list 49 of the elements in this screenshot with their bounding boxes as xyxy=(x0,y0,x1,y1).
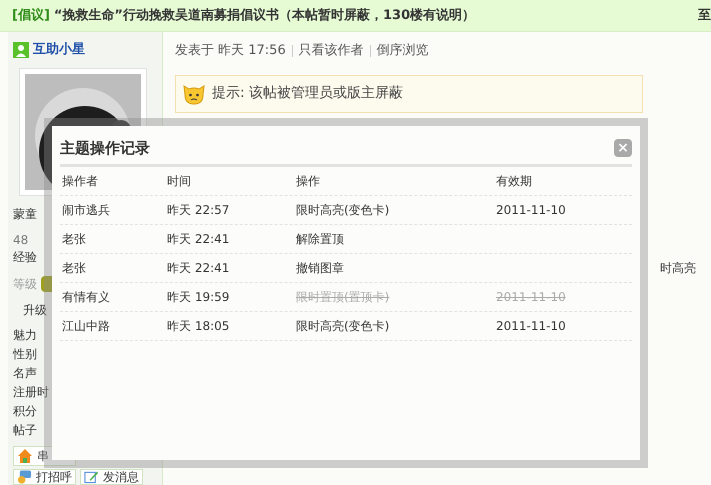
upgrade-label: 升级 xyxy=(23,302,47,318)
profile-field-label: 注册时 xyxy=(13,384,49,401)
note-pencil-icon xyxy=(84,470,99,484)
time-cell-text: 昨天 18:05 xyxy=(166,318,230,335)
operator-cell-text: 江山中路 xyxy=(61,318,111,335)
operator-cell-text: 闹市逃兵 xyxy=(61,202,111,219)
profile-field-label: 帖子 xyxy=(13,422,37,439)
expiry-cell-text: 2011-11-10 xyxy=(495,289,567,306)
action-cell-text: 限时高亮(变色卡) xyxy=(295,318,390,335)
action-cell-text: 解除置顶 xyxy=(295,231,345,248)
time-cell-text: 昨天 19:59 xyxy=(166,289,230,306)
chat-bubble-icon xyxy=(17,470,32,484)
dialog-title: 主题操作记录 xyxy=(60,138,150,159)
operator-cell-text: 有情有义 xyxy=(61,289,111,306)
time-cell-text: 昨天 22:57 xyxy=(166,202,230,219)
operator-cell-text: 老张 xyxy=(61,260,87,277)
thread-title: “挽救生命”行动挽救吴道南募捐倡议书（本帖暂时屏蔽，130楼有说明） xyxy=(54,6,476,25)
user-icon xyxy=(13,42,29,58)
stat-label: 经验 xyxy=(13,249,37,266)
profile-field-label: 性别 xyxy=(13,346,37,363)
profile-field-label: 积分 xyxy=(13,403,37,420)
action-cell-text: 撤销图章 xyxy=(295,260,345,277)
time-cell-text: 昨天 22:41 xyxy=(166,231,230,248)
post-meta: 发表于 昨天 17:56 xyxy=(175,42,286,60)
expiry-cell-text: 2011-11-10 xyxy=(495,318,567,335)
expiry-cell-text: 2011-11-10 xyxy=(495,202,567,219)
notice-text: 提示: 该帖被管理员或版主屏蔽 xyxy=(212,84,404,103)
column-header: 操作 xyxy=(295,173,321,190)
level-label: 等级 xyxy=(13,276,37,293)
author-rank: 蒙童 xyxy=(13,206,37,222)
operator-cell-text: 老张 xyxy=(61,231,87,248)
house-icon xyxy=(17,448,33,464)
stat-value: 48 xyxy=(13,232,28,249)
thread-title-edge: 至 xyxy=(698,6,711,25)
profile-action-button[interactable]: 打招呼 xyxy=(13,469,76,485)
profile-action-button[interactable]: 发消息 xyxy=(80,469,143,485)
author-name[interactable]: 互助小星 xyxy=(33,40,85,60)
action-cell-text: 限时置顶(置顶卡) xyxy=(295,289,390,306)
column-header: 操作者 xyxy=(61,173,99,190)
post-side-text: 时高亮 xyxy=(660,260,697,276)
post-link[interactable]: 只看该作者 xyxy=(298,41,364,60)
time-cell-text: 昨天 22:41 xyxy=(166,260,230,277)
profile-field-label: 魅力 xyxy=(13,327,37,344)
action-cell-text: 限时高亮(变色卡) xyxy=(295,202,390,219)
profile-field-label: 名声 xyxy=(13,365,37,382)
column-header: 有效期 xyxy=(495,173,533,190)
thread-tag: [倡议] xyxy=(12,6,50,26)
column-header: 时间 xyxy=(166,173,192,190)
post-link[interactable]: 倒序浏览 xyxy=(376,41,429,60)
